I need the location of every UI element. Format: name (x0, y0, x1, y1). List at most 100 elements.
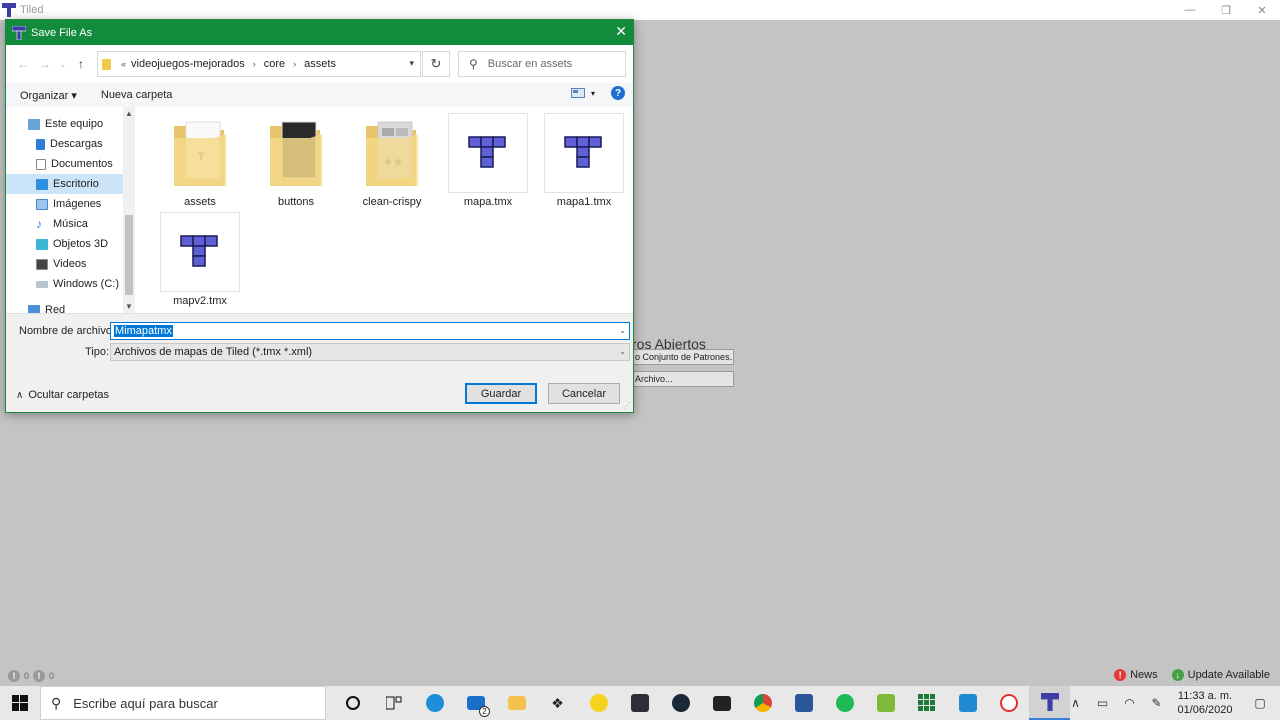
close-window-icon[interactable]: ✕ (1244, 0, 1280, 20)
save-button[interactable]: Guardar (465, 383, 537, 404)
grid-app-icon[interactable] (906, 686, 947, 720)
nav-item-objetos-3d[interactable]: Objetos 3D (6, 234, 123, 254)
taskbar-apps: 2 ❖ (332, 686, 1070, 720)
breadcrumb-item[interactable]: core (264, 58, 285, 70)
wifi-icon[interactable]: ◠ (1116, 696, 1143, 710)
tiled-titlebar: Tiled — ❐ ✕ (0, 0, 1280, 20)
hide-folders-toggle[interactable]: ∧ Ocultar carpetas (16, 389, 109, 401)
dialog-title: Save File As (31, 26, 93, 39)
scroll-thumb[interactable] (125, 215, 133, 295)
navigation-pane: Este equipo Descargas Documentos Escrito… (6, 107, 123, 316)
nav-item-videos[interactable]: Videos (6, 254, 123, 274)
overflow-chevron-icon[interactable]: « (121, 59, 126, 69)
steam-icon[interactable] (660, 686, 701, 720)
file-name: mapa.tmx (463, 196, 513, 208)
back-arrow-icon[interactable]: ← (12, 57, 34, 71)
edge-icon[interactable] (414, 686, 455, 720)
window-controls: — ❐ ✕ (1172, 0, 1280, 20)
nav-item-imagenes[interactable]: Imágenes (6, 194, 123, 214)
error-icon[interactable]: ! (8, 670, 20, 682)
help-icon[interactable]: ? (611, 86, 625, 100)
norton-icon[interactable] (578, 686, 619, 720)
chevron-down-icon[interactable]: ⌄ (619, 326, 626, 335)
file-item-mapa-tmx[interactable]: mapa.tmx (448, 113, 528, 208)
update-link[interactable]: ↓ Update Available (1171, 669, 1270, 681)
sublime-icon[interactable] (619, 686, 660, 720)
objects3d-icon (36, 238, 48, 250)
taskbar-clock[interactable]: 11:33 a. m. 01/06/2020 (1170, 689, 1240, 717)
nav-item-musica[interactable]: ♪ Música (6, 214, 123, 234)
tiled-map-file-icon (160, 212, 240, 292)
warning-icon[interactable]: ! (33, 670, 46, 682)
chevron-up-icon: ∧ (16, 389, 24, 401)
view-options-icon[interactable]: ▾ (570, 88, 595, 98)
cancel-button[interactable]: Cancelar (548, 383, 620, 404)
notifications-icon[interactable]: ▢ (1240, 696, 1280, 710)
file-item-mapa1-tmx[interactable]: mapa1.tmx (544, 113, 624, 208)
nav-item-windows-c[interactable]: Windows (C:) (6, 274, 123, 294)
chrome-icon[interactable] (742, 686, 783, 720)
windows-taskbar: ⚲ Escribe aquí para buscar 2 ❖ ∧ ▭ ◠ ✎ 1… (0, 686, 1280, 720)
tray-chevron-up-icon[interactable]: ∧ (1062, 696, 1089, 710)
breadcrumb-separator-icon[interactable]: › (293, 59, 296, 69)
nav-item-este-equipo[interactable]: Este equipo (6, 114, 123, 134)
start-button[interactable] (0, 686, 40, 720)
pen-icon[interactable]: ✎ (1143, 696, 1170, 710)
file-item-assets[interactable]: T assets (160, 113, 240, 208)
breadcrumb-item[interactable]: videojuegos-mejorados (131, 58, 245, 70)
taskbar-search-input[interactable]: ⚲ Escribe aquí para buscar (40, 686, 326, 720)
organize-menu-button[interactable]: Organizar ▾ (20, 89, 77, 102)
dropbox-icon[interactable]: ❖ (537, 686, 578, 720)
news-link[interactable]: ! News (1114, 669, 1158, 681)
tiled-map-file-icon (544, 113, 624, 193)
file-explorer-icon[interactable] (496, 686, 537, 720)
filename-field[interactable]: Mimapatmx ⌄ (110, 322, 630, 340)
nav-item-documentos[interactable]: Documentos (6, 154, 123, 174)
mail-badge: 2 (479, 706, 490, 717)
minimize-icon[interactable]: — (1172, 0, 1208, 20)
file-item-clean-crispy[interactable]: clean-crispy (352, 113, 432, 208)
breadcrumb-separator-icon[interactable]: › (253, 59, 256, 69)
scroll-down-icon[interactable]: ▼ (125, 302, 133, 311)
chevron-down-icon[interactable]: ▾ (409, 58, 414, 69)
dialog-titlebar: Save File As ✕ (6, 20, 633, 45)
cortana-icon[interactable] (332, 686, 373, 720)
maximize-icon[interactable]: ❐ (1208, 0, 1244, 20)
spotify-icon[interactable] (824, 686, 865, 720)
forward-arrow-icon[interactable]: → (34, 57, 56, 71)
file-type-select[interactable]: Archivos de mapas de Tiled (*.tmx *.xml)… (110, 343, 630, 361)
chevron-down-icon: ⌄ (619, 347, 626, 356)
resize-grip-icon[interactable]: ⋰ (623, 401, 631, 410)
mail-icon[interactable]: 2 (455, 686, 496, 720)
scroll-up-icon[interactable]: ▲ (125, 109, 133, 118)
new-folder-button[interactable]: Nueva carpeta (101, 89, 173, 101)
address-bar[interactable]: « videojuegos-mejorados › core › assets … (97, 51, 421, 77)
nav-scrollbar[interactable]: ▲ ▼ (123, 107, 135, 313)
battery-icon[interactable]: ▭ (1089, 696, 1116, 710)
close-icon[interactable]: ✕ (615, 23, 627, 40)
type-label: Tipo: (85, 346, 110, 358)
snipping-icon[interactable] (988, 686, 1029, 720)
file-item-buttons[interactable]: buttons (256, 113, 336, 208)
up-arrow-icon[interactable]: ↑ (70, 57, 92, 71)
new-tileset-button[interactable]: o Conjunto de Patrones... (632, 349, 734, 365)
breadcrumb-item[interactable]: assets (304, 58, 336, 70)
filename-label: Nombre de archivo: (19, 325, 115, 337)
gamemaker-icon[interactable] (865, 686, 906, 720)
vscode-icon[interactable] (947, 686, 988, 720)
clock-date: 01/06/2020 (1177, 704, 1233, 716)
refresh-icon[interactable]: ↻ (422, 51, 450, 77)
search-input[interactable]: ⚲ Buscar en assets (458, 51, 626, 77)
nav-item-escritorio[interactable]: Escritorio (6, 174, 123, 194)
word-icon[interactable] (783, 686, 824, 720)
store-icon[interactable] (701, 686, 742, 720)
search-placeholder: Buscar en assets (487, 58, 573, 70)
open-file-button[interactable]: Archivo... (632, 371, 734, 387)
task-view-icon[interactable] (373, 686, 414, 720)
recent-locations-chevron-icon[interactable]: ⌄ (56, 60, 70, 69)
computer-icon (28, 118, 40, 130)
tiled-logo-icon (2, 3, 16, 17)
nav-item-descargas[interactable]: Descargas (6, 134, 123, 154)
file-item-mapv2-tmx[interactable]: mapv2.tmx (160, 212, 240, 307)
folder-icon (102, 58, 111, 70)
